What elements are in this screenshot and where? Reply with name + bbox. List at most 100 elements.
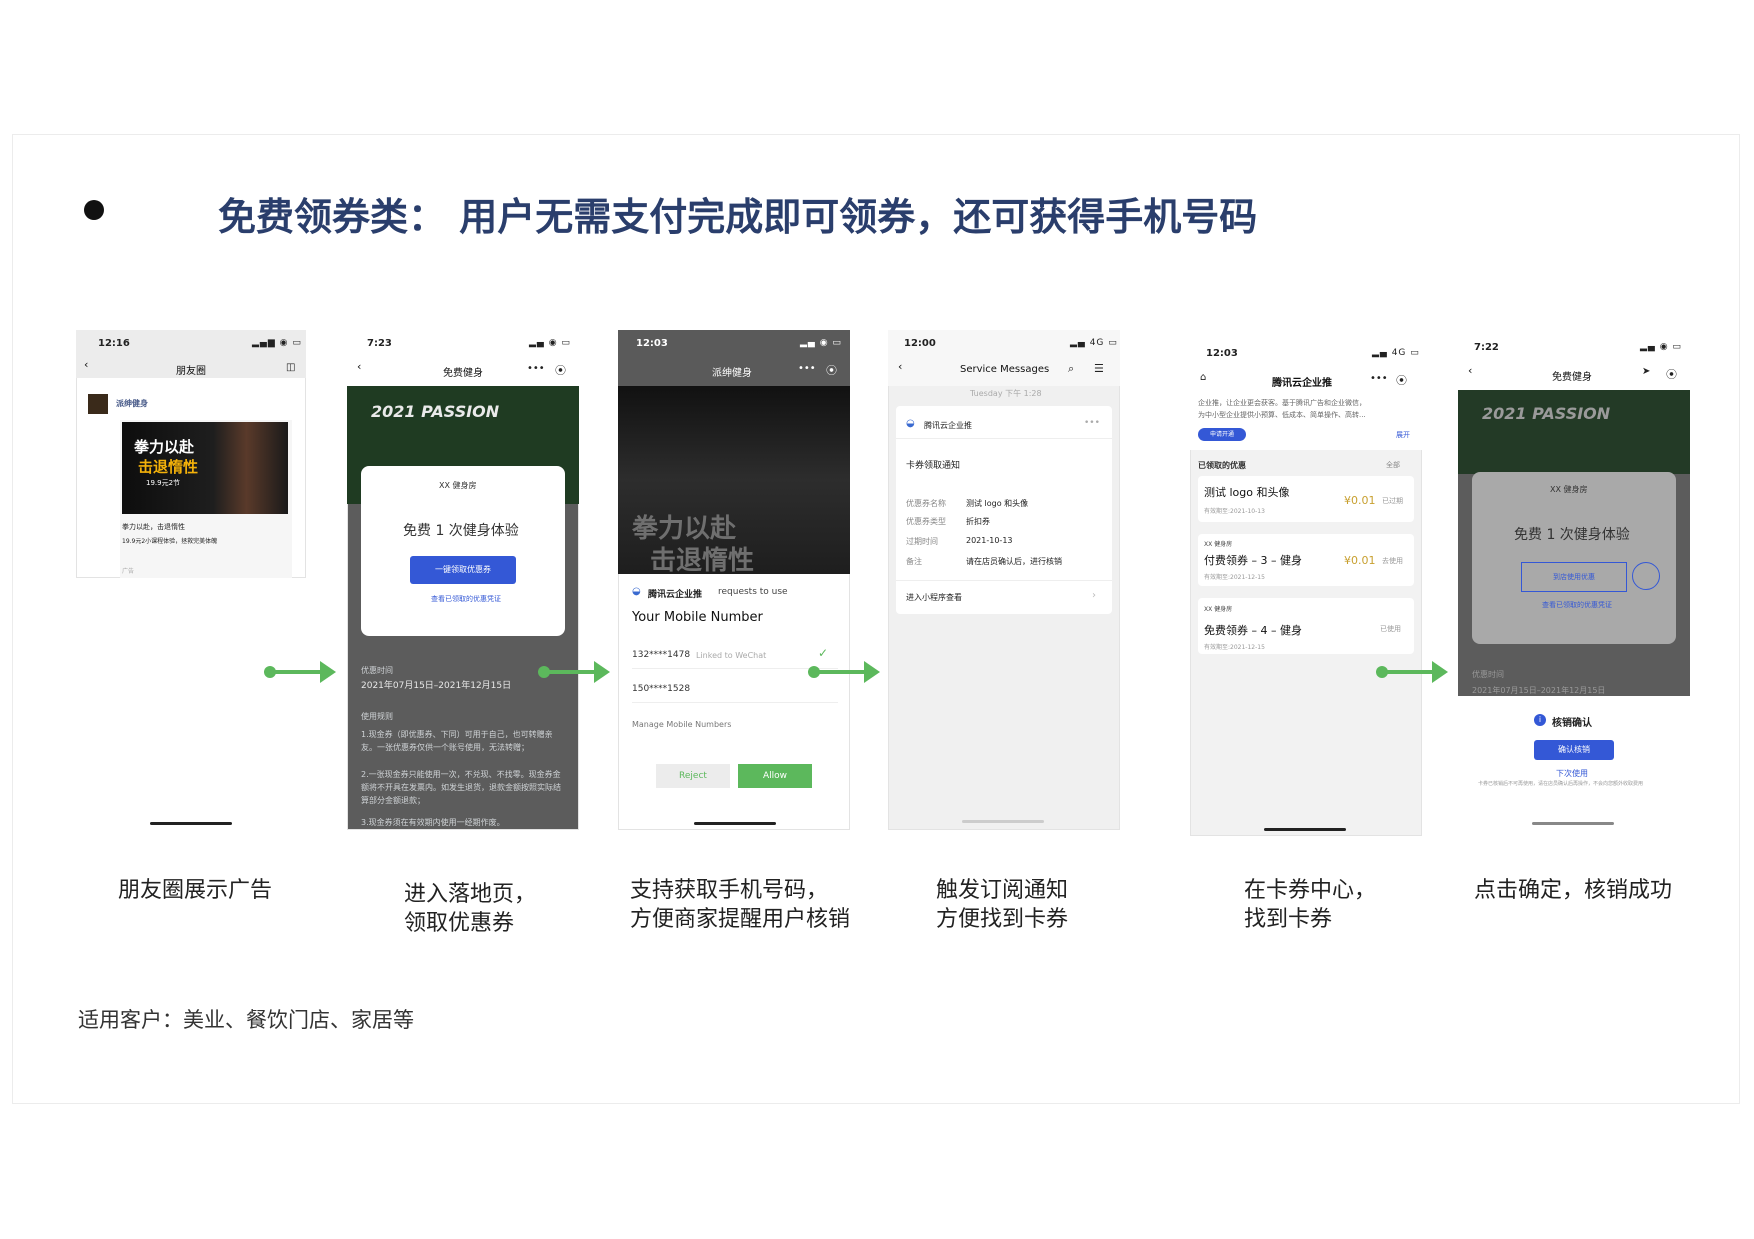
coupon-date: 有效期至:2021-10-13 bbox=[1204, 508, 1265, 515]
reject-button[interactable]: Reject bbox=[656, 764, 730, 788]
use-later-link[interactable]: 下次使用 bbox=[1556, 768, 1588, 779]
tencent-logo-icon: ◒ bbox=[906, 418, 915, 429]
location-icon[interactable]: ➤ bbox=[1642, 366, 1650, 377]
phone-number-1[interactable]: 132****1478 bbox=[632, 650, 690, 660]
close-target-icon[interactable]: ⦿ bbox=[1396, 372, 1407, 388]
screenshot-card-center: 12:03 ▂▄ 4G ▭ ⌂ 腾讯云企业推 ••• ⦿ 企业推，让企业更会获客… bbox=[1190, 338, 1422, 836]
allow-button[interactable]: Allow bbox=[738, 764, 812, 788]
rule-3: 3.现金券须在有效期内使用一经期作废。 bbox=[361, 818, 505, 827]
ad-text: 拳力以赴，击退惰性 bbox=[122, 523, 185, 531]
account-name[interactable]: 派绅健身 bbox=[116, 398, 148, 409]
apply-button[interactable]: 申请开通 bbox=[1198, 428, 1246, 441]
coupon-status: 已使用 bbox=[1380, 625, 1401, 633]
coupon-status: 已过期 bbox=[1382, 497, 1403, 505]
field-value-3: 2021-10-13 bbox=[966, 536, 1013, 545]
tencent-logo-icon: ◒ bbox=[632, 586, 641, 597]
confirm-tip: 卡券已核销后不可再使用，请在店员确认后再操作，不会向您额外收取费用 bbox=[1478, 781, 1644, 787]
rules-label: 使用规则 bbox=[361, 712, 393, 721]
caption-line: 找到卡券 bbox=[1244, 907, 1333, 932]
home-indicator bbox=[1532, 822, 1614, 825]
rule-2: 2.一张现金券只能使用一次，不兑现、不找零。现金券金额将不开具在发票内。如发生退… bbox=[361, 770, 561, 805]
nav-title: 腾讯云企业推 bbox=[1272, 378, 1332, 389]
ad-subtext: 19.9元2小课程体验，拯救完美体魄 bbox=[122, 538, 218, 545]
field-value-4: 请在店员确认后，进行核销 bbox=[966, 557, 1062, 566]
ad-label: 广告 bbox=[122, 568, 135, 575]
brand-label: XX 健身房 bbox=[1550, 485, 1588, 494]
coupon-card bbox=[361, 466, 565, 636]
use-in-store-button[interactable]: 到店使用优惠 bbox=[1521, 562, 1627, 592]
menu-icon[interactable]: ☰ bbox=[1094, 362, 1104, 375]
back-icon[interactable]: ‹ bbox=[1468, 364, 1472, 377]
auth-heading: Your Mobile Number bbox=[632, 610, 763, 625]
status-time: 7:23 bbox=[367, 338, 392, 349]
view-coupons-link[interactable]: 查看已领取的优惠凭证 bbox=[1542, 600, 1612, 610]
screenshot-phone-authorization: 12:03 ▂▄ ◉ ▭ 派绅健身 ••• ⦿ 拳力以赴 击退惰性 ◒ 腾讯云企… bbox=[618, 330, 850, 830]
phone-number-2[interactable]: 150****1528 bbox=[632, 684, 690, 694]
nav-title: 免费健身 bbox=[443, 368, 483, 379]
page-title: 免费领券类： 用户无需支付完成即可领券，还可获得手机号码 bbox=[218, 195, 1258, 239]
caption-2: 进入落地页， 领取优惠券 bbox=[404, 880, 536, 938]
close-target-icon[interactable]: ⦿ bbox=[826, 362, 837, 378]
section-title: 已领取的优惠 bbox=[1198, 461, 1246, 470]
filter-dropdown[interactable]: 全部 bbox=[1386, 460, 1400, 470]
close-target-icon[interactable]: ⦿ bbox=[1666, 366, 1677, 382]
more-icon[interactable]: ••• bbox=[1084, 418, 1100, 428]
ad-headline-2: 击退惰性 bbox=[138, 458, 199, 476]
requests-text: requests to use bbox=[718, 587, 788, 597]
coupon-card-dimmed bbox=[1472, 472, 1676, 644]
field-label-1: 优惠券名称 bbox=[906, 499, 946, 508]
caption-line: 领取优惠券 bbox=[404, 911, 515, 936]
offer-title: 免费 1 次健身体验 bbox=[403, 523, 519, 539]
confirm-title: 核销确认 bbox=[1552, 718, 1592, 729]
coupon-brand: XX 健身房 bbox=[1204, 541, 1233, 548]
caption-line: 支持获取手机号码， bbox=[630, 878, 829, 903]
caption-6: 点击确定，核销成功 bbox=[1474, 876, 1672, 905]
screenshot-service-message: 12:00 ▂▄ 4G ▭ ‹ Service Messages ⌕ ☰ Tue… bbox=[888, 330, 1120, 830]
close-target-icon[interactable]: ⦿ bbox=[555, 362, 566, 378]
back-icon[interactable]: ‹ bbox=[357, 360, 361, 373]
camera-icon[interactable]: ◫ bbox=[286, 362, 295, 373]
stamp-icon bbox=[1632, 562, 1660, 590]
period-value: 2021年07月15日–2021年12月15日 bbox=[361, 681, 512, 691]
confirm-redeem-button[interactable]: 确认核销 bbox=[1534, 740, 1614, 760]
field-value-2: 折扣券 bbox=[966, 517, 990, 526]
status-icons: ▂▄ 4G ▭ bbox=[1372, 348, 1420, 358]
back-icon[interactable]: ‹ bbox=[84, 358, 88, 371]
coupon-brand: XX 健身房 bbox=[1204, 606, 1233, 613]
desc-line-2: 为中小型企业提供小预算、低成本、简单操作、高转... bbox=[1198, 411, 1366, 419]
nav-title: 朋友圈 bbox=[176, 366, 206, 377]
field-value-1: 测试 logo 和头像 bbox=[966, 499, 1029, 508]
status-time: 12:16 bbox=[98, 338, 130, 349]
applicable-customers-note: 适用客户：美业、餐饮门店、家居等 bbox=[78, 1008, 414, 1032]
more-icon[interactable]: ••• bbox=[527, 363, 545, 374]
desc-line-1: 企业推，让企业更会获客。基于腾讯广告和企业微信， bbox=[1198, 399, 1366, 407]
home-icon[interactable]: ⌂ bbox=[1200, 372, 1206, 383]
caption-line: 方便找到卡券 bbox=[936, 907, 1069, 932]
field-label-4: 备注 bbox=[906, 557, 922, 566]
field-label-3: 过期时间 bbox=[906, 537, 938, 546]
nav-title: Service Messages bbox=[960, 364, 1050, 375]
status-icons: ▂▄ ◉ ▭ bbox=[529, 338, 571, 348]
coupon-status[interactable]: 去使用 bbox=[1382, 556, 1403, 566]
status-icons: ▂▄ 4G ▭ bbox=[1070, 338, 1118, 348]
ad-price: 19.9元2节 bbox=[146, 479, 181, 487]
rule-1: 1.现金券（即优惠券、下同）可用于自己，也可转赠亲友。一张优惠券仅供一个账号使用… bbox=[361, 730, 553, 752]
sender-name: 腾讯云企业推 bbox=[924, 421, 972, 430]
open-miniprogram-link[interactable]: 进入小程序查看 bbox=[906, 592, 962, 603]
screenshot-landing-page: 7:23 ▂▄ ◉ ▭ ‹ 免费健身 ••• ⦿ 2021 PASSION XX… bbox=[347, 330, 579, 830]
home-indicator bbox=[694, 822, 776, 825]
manage-numbers-link[interactable]: Manage Mobile Numbers bbox=[632, 720, 731, 729]
flow-arrow-2 bbox=[538, 661, 612, 683]
caption-4: 触发订阅通知 方便找到卡券 bbox=[936, 876, 1068, 934]
check-icon: ✓ bbox=[818, 646, 829, 660]
more-icon[interactable]: ••• bbox=[1370, 373, 1388, 384]
view-coupons-link[interactable]: 查看已领取的优惠凭证 bbox=[431, 594, 501, 604]
search-icon[interactable]: ⌕ bbox=[1068, 362, 1074, 376]
message-title: 卡券领取通知 bbox=[906, 461, 961, 471]
expand-link[interactable]: 展开 bbox=[1396, 430, 1410, 440]
nav-title: 派绅健身 bbox=[712, 368, 752, 379]
back-icon[interactable]: ‹ bbox=[898, 360, 902, 373]
more-icon[interactable]: ••• bbox=[798, 363, 816, 374]
chevron-right-icon: › bbox=[1092, 590, 1096, 601]
claim-coupon-button[interactable]: 一键领取优惠券 bbox=[410, 556, 516, 584]
